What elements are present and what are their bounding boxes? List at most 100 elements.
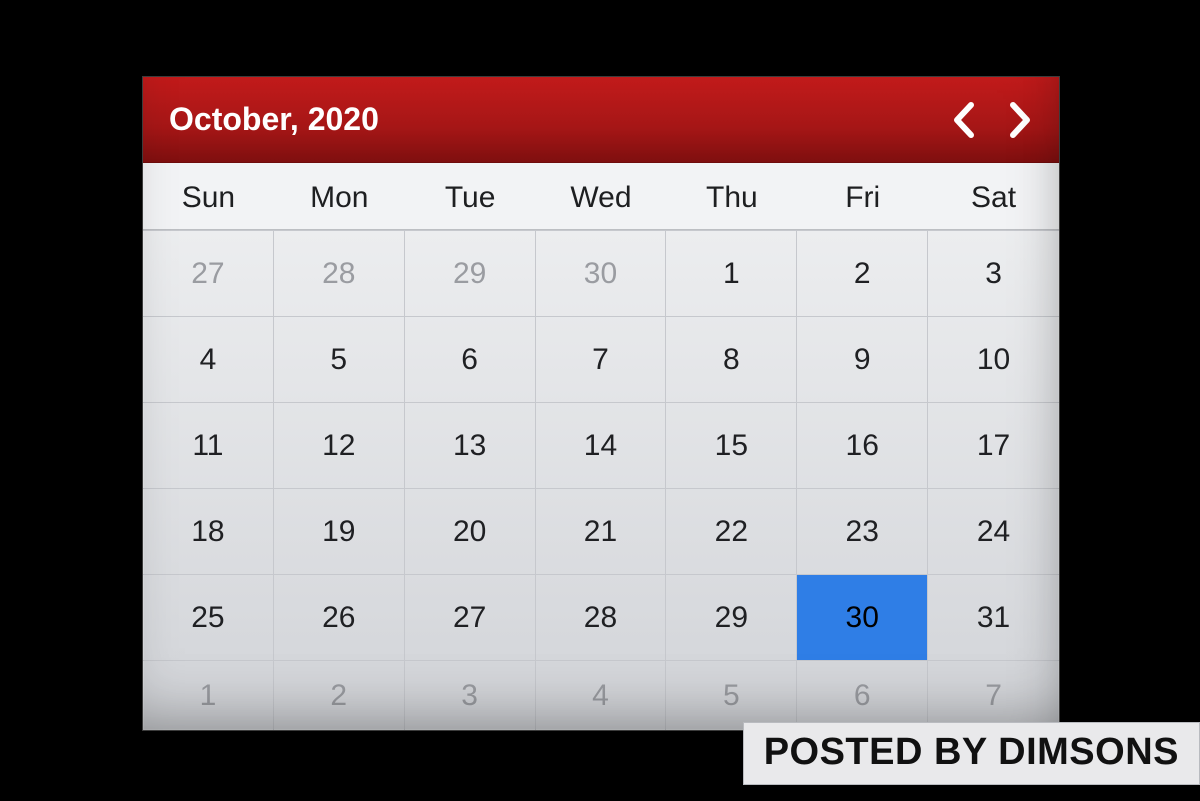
date-number: 25 (191, 601, 224, 635)
date-cell[interactable]: 19 (274, 488, 405, 574)
date-number: 18 (191, 515, 224, 549)
date-cell[interactable]: 22 (666, 488, 797, 574)
date-cell[interactable]: 28 (536, 574, 667, 660)
date-cell[interactable]: 17 (928, 402, 1059, 488)
date-cell[interactable]: 5 (274, 316, 405, 402)
date-cell[interactable]: 1 (143, 660, 274, 730)
date-number: 15 (715, 429, 748, 463)
date-cell[interactable]: 29 (405, 230, 536, 316)
calendar-week: 4 5 6 7 8 9 10 (143, 316, 1059, 402)
date-number: 27 (453, 601, 486, 635)
date-number: 1 (200, 679, 217, 713)
date-cell[interactable]: 23 (797, 488, 928, 574)
date-number: 21 (584, 515, 617, 549)
weekday-label: Sun (143, 163, 274, 229)
date-cell[interactable]: 30 (536, 230, 667, 316)
date-number: 19 (322, 515, 355, 549)
date-cell[interactable]: 15 (666, 402, 797, 488)
weekday-label: Wed (536, 163, 667, 229)
date-cell[interactable]: 10 (928, 316, 1059, 402)
date-cell[interactable]: 7 (928, 660, 1059, 730)
calendar-widget: October, 2020 Sun Mon Tue Wed Thu Fri Sa… (142, 76, 1060, 731)
calendar-week: 25 26 27 28 29 30 31 (143, 574, 1059, 660)
weekday-label: Thu (666, 163, 797, 229)
calendar-week: 1 2 3 4 5 6 7 (143, 660, 1059, 730)
date-number: 24 (977, 515, 1010, 549)
date-number: 12 (322, 429, 355, 463)
date-number: 17 (977, 429, 1010, 463)
date-cell[interactable]: 5 (666, 660, 797, 730)
date-cell[interactable]: 1 (666, 230, 797, 316)
date-cell[interactable]: 28 (274, 230, 405, 316)
date-number: 31 (977, 601, 1010, 635)
date-cell[interactable]: 21 (536, 488, 667, 574)
weekday-label: Fri (797, 163, 928, 229)
weekday-header-row: Sun Mon Tue Wed Thu Fri Sat (143, 163, 1059, 230)
date-number: 28 (584, 601, 617, 635)
date-cell[interactable]: 2 (797, 230, 928, 316)
date-number: 29 (715, 601, 748, 635)
date-number: 16 (846, 429, 879, 463)
date-cell[interactable]: 6 (405, 316, 536, 402)
date-number: 2 (330, 679, 347, 713)
chevron-left-icon (951, 101, 977, 139)
date-cell[interactable]: 24 (928, 488, 1059, 574)
date-number: 11 (192, 429, 223, 463)
date-cell[interactable]: 2 (274, 660, 405, 730)
month-nav (951, 101, 1033, 139)
date-number: 8 (723, 343, 740, 377)
date-number: 7 (592, 343, 609, 377)
chevron-right-icon (1007, 101, 1033, 139)
calendar-week: 11 12 13 14 15 16 17 (143, 402, 1059, 488)
weekday-label: Tue (405, 163, 536, 229)
date-number: 9 (854, 343, 871, 377)
date-number: 5 (330, 343, 347, 377)
watermark-text: POSTED BY DIMSONS (743, 722, 1200, 785)
date-cell[interactable]: 30 (797, 574, 928, 660)
date-cell[interactable]: 3 (928, 230, 1059, 316)
date-number: 5 (723, 679, 740, 713)
date-cell[interactable]: 27 (405, 574, 536, 660)
date-number: 7 (985, 679, 1002, 713)
date-cell[interactable]: 27 (143, 230, 274, 316)
date-cell[interactable]: 6 (797, 660, 928, 730)
date-cell[interactable]: 4 (536, 660, 667, 730)
date-number: 6 (854, 679, 871, 713)
date-cell[interactable]: 7 (536, 316, 667, 402)
date-cell[interactable]: 31 (928, 574, 1059, 660)
date-cell[interactable]: 18 (143, 488, 274, 574)
month-year-label: October, 2020 (169, 101, 379, 138)
date-number: 14 (584, 429, 617, 463)
prev-month-button[interactable] (951, 101, 977, 139)
calendar-grid: 27 28 29 30 1 2 3 4 5 6 7 8 9 10 11 12 1… (143, 230, 1059, 730)
calendar-header: October, 2020 (143, 77, 1059, 163)
date-number: 29 (453, 257, 486, 291)
date-number: 30 (846, 601, 879, 635)
calendar-week: 27 28 29 30 1 2 3 (143, 230, 1059, 316)
next-month-button[interactable] (1007, 101, 1033, 139)
date-number: 28 (322, 257, 355, 291)
date-cell[interactable]: 12 (274, 402, 405, 488)
date-cell[interactable]: 11 (143, 402, 274, 488)
weekday-label: Mon (274, 163, 405, 229)
date-cell[interactable]: 8 (666, 316, 797, 402)
date-cell[interactable]: 25 (143, 574, 274, 660)
date-number: 27 (191, 257, 224, 291)
date-number: 3 (985, 257, 1002, 291)
weekday-label: Sat (928, 163, 1059, 229)
date-number: 13 (453, 429, 486, 463)
date-cell[interactable]: 3 (405, 660, 536, 730)
date-cell[interactable]: 14 (536, 402, 667, 488)
date-number: 3 (461, 679, 478, 713)
date-cell[interactable]: 20 (405, 488, 536, 574)
date-cell[interactable]: 29 (666, 574, 797, 660)
date-number: 4 (200, 343, 217, 377)
date-cell[interactable]: 13 (405, 402, 536, 488)
date-number: 6 (461, 343, 478, 377)
date-cell[interactable]: 26 (274, 574, 405, 660)
date-cell[interactable]: 4 (143, 316, 274, 402)
date-cell[interactable]: 9 (797, 316, 928, 402)
date-cell[interactable]: 16 (797, 402, 928, 488)
calendar-week: 18 19 20 21 22 23 24 (143, 488, 1059, 574)
date-number: 10 (977, 343, 1010, 377)
